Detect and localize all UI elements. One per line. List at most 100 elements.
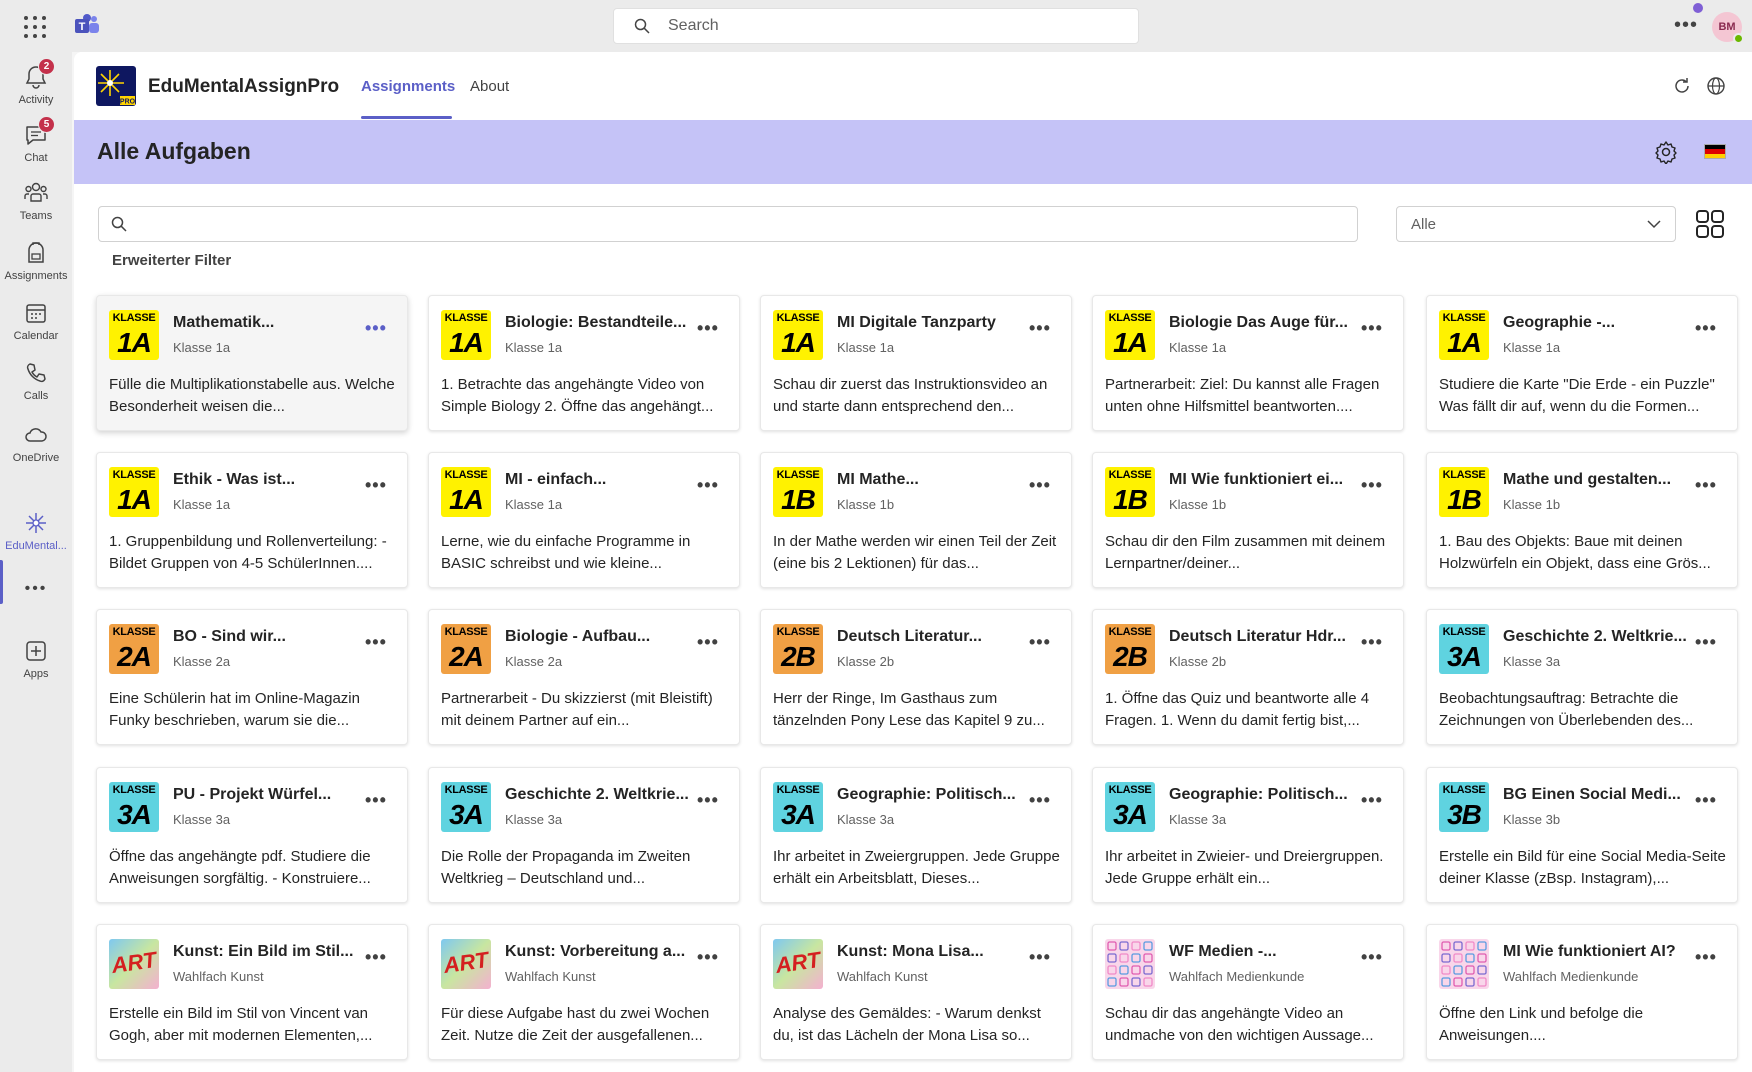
assignment-card[interactable]: KLASSE 1A MI - einfach... Klasse 1a ••• Lerne… bbox=[428, 452, 740, 588]
assignment-card[interactable]: KLASSE 2A Biologie - Aufbau... Klasse 2a •••… bbox=[428, 609, 740, 745]
more-options-icon[interactable]: ••• bbox=[1695, 475, 1717, 496]
assignment-card[interactable]: KLASSE 3A Geographie: Politisch... Klasse 3… bbox=[1092, 767, 1404, 903]
assignment-description: Fülle die Multiplikationstabelle aus. We… bbox=[109, 376, 395, 415]
more-options-icon[interactable]: ••• bbox=[697, 947, 719, 968]
assignment-card[interactable]: KLASSE 1B MI Wie funktioniert ei... Klasse … bbox=[1092, 452, 1404, 588]
teams-logo-icon: T bbox=[75, 14, 99, 33]
rail-item-activity[interactable]: 2 Activity bbox=[0, 58, 72, 106]
more-options-icon[interactable]: ••• bbox=[365, 632, 387, 653]
more-options-icon[interactable]: ••• bbox=[1361, 475, 1383, 496]
more-options-icon[interactable]: ••• bbox=[697, 790, 719, 811]
more-options-icon[interactable]: ••• bbox=[1361, 790, 1383, 811]
rail-item-calls[interactable]: Calls bbox=[0, 360, 72, 402]
assignment-card[interactable]: KLASSE 1A Ethik - Was ist... Klasse 1a ••• 1.… bbox=[96, 452, 408, 588]
more-options-icon[interactable]: ••• bbox=[1029, 632, 1051, 653]
more-options-icon[interactable]: ••• bbox=[365, 318, 387, 339]
avatar[interactable]: BM bbox=[1712, 12, 1744, 44]
more-options-icon[interactable]: ••• bbox=[1361, 947, 1383, 968]
class-badge-icon: KLASSE 3A bbox=[441, 782, 491, 832]
more-options-icon[interactable]: ••• bbox=[365, 475, 387, 496]
global-search-input[interactable] bbox=[668, 17, 1088, 35]
assignment-card[interactable]: KLASSE 3A PU - Projekt Würfel... Klasse 3a •… bbox=[96, 767, 408, 903]
more-options-icon[interactable]: ••• bbox=[1695, 790, 1717, 811]
assignment-card[interactable]: KLASSE 2B Deutsch Literatur Hdr... Klasse 2… bbox=[1092, 609, 1404, 745]
assignment-title: Biologie: Bestandteile... bbox=[505, 314, 687, 331]
assignment-class: Klasse 3a bbox=[173, 812, 231, 827]
app-launcher-icon[interactable] bbox=[24, 16, 46, 38]
assignment-card[interactable]: KLASSE 1A Biologie Das Auge für... Klasse 1… bbox=[1092, 295, 1404, 431]
more-options-icon[interactable]: ••• bbox=[697, 475, 719, 496]
more-options-icon[interactable]: ••• bbox=[365, 947, 387, 968]
more-options-icon[interactable]: ••• bbox=[1695, 947, 1717, 968]
advanced-filter-link[interactable]: Erweiterter Filter bbox=[112, 252, 231, 269]
class-badge-label: KLASSE bbox=[112, 626, 156, 638]
more-options-icon[interactable]: ••• bbox=[1029, 947, 1051, 968]
more-options-icon[interactable]: ••• bbox=[1695, 318, 1717, 339]
class-badge-code: 1A bbox=[781, 327, 816, 358]
more-options-icon[interactable]: ••• bbox=[1695, 632, 1717, 653]
assignment-title: Kunst: Mona Lisa... bbox=[837, 943, 984, 960]
assignment-card[interactable]: KLASSE 1A Mathematik... Klasse 1a ••• Fülle d… bbox=[96, 295, 408, 431]
assignment-description: Öffne das angehängte pdf. Studiere die A… bbox=[109, 848, 371, 887]
assignment-card[interactable]: KLASSE 1A Biologie: Bestandteile... Klasse … bbox=[428, 295, 740, 431]
assignment-card[interactable]: WF Medien -... Wahlfach Medienkunde ••• Sch… bbox=[1092, 924, 1404, 1060]
assignment-card[interactable]: ART Kunst: Ein Bild im Stil... Wahlfach Ku… bbox=[96, 924, 408, 1060]
assignment-card[interactable]: KLASSE 3A Geographie: Politisch... Klasse 3… bbox=[760, 767, 1072, 903]
globe-icon[interactable] bbox=[1706, 76, 1726, 96]
assignment-card[interactable]: MI Wie funktioniert AI? Wahlfach Medienku… bbox=[1426, 924, 1738, 1060]
more-options-icon[interactable]: ••• bbox=[1361, 632, 1383, 653]
assignment-description: Die Rolle der Propaganda im Zweiten Welt… bbox=[441, 848, 691, 887]
more-options-icon[interactable]: ••• bbox=[1361, 318, 1383, 339]
more-options-icon[interactable]: ••• bbox=[697, 318, 719, 339]
assignment-card[interactable]: KLASSE 1A Geographie -... Klasse 1a ••• Studi… bbox=[1426, 295, 1738, 431]
rail-item-onedrive[interactable]: OneDrive bbox=[0, 422, 72, 464]
assignment-description: Schau dir das angehängte Video an undmac… bbox=[1105, 1005, 1374, 1044]
more-options-icon[interactable]: ••• bbox=[697, 632, 719, 653]
more-options-icon[interactable]: ••• bbox=[365, 790, 387, 811]
refresh-icon[interactable] bbox=[1672, 76, 1692, 96]
settings-gear-icon[interactable] bbox=[1654, 140, 1678, 164]
rail-item-assignments[interactable]: Assignments bbox=[0, 240, 72, 282]
assignment-class: Wahlfach Medienkunde bbox=[1169, 969, 1305, 984]
class-badge-label: KLASSE bbox=[776, 312, 820, 324]
rail-item-edumental[interactable]: EduMental... bbox=[0, 510, 72, 552]
assignment-card[interactable]: KLASSE 3A Geschichte 2. Weltkrie... Klasse … bbox=[1426, 609, 1738, 745]
assignment-description: Analyse des Gemäldes: - Warum denkst du,… bbox=[773, 1005, 1041, 1044]
rail-item-chat[interactable]: 5 Chat bbox=[0, 116, 72, 164]
grid-view-icon[interactable] bbox=[1694, 208, 1726, 240]
assignment-card[interactable]: KLASSE 3A Geschichte 2. Weltkrie... Klasse … bbox=[428, 767, 740, 903]
search-icon bbox=[111, 216, 127, 232]
tab-about[interactable]: About bbox=[470, 78, 509, 95]
class-filter-select[interactable]: Alle bbox=[1396, 206, 1676, 242]
more-options-icon[interactable]: ••• bbox=[1029, 475, 1051, 496]
assignment-card[interactable]: KLASSE 2B Deutsch Literatur... Klasse 2b •••… bbox=[760, 609, 1072, 745]
rail-item-calendar[interactable]: Calendar bbox=[0, 300, 72, 342]
assignment-class: Wahlfach Kunst bbox=[173, 969, 264, 984]
more-options-icon[interactable]: ••• bbox=[1029, 790, 1051, 811]
assignment-card[interactable]: KLASSE 1B MI Mathe... Klasse 1b ••• In der Ma… bbox=[760, 452, 1072, 588]
assignment-card[interactable]: KLASSE 1A MI Digitale Tanzparty Klasse 1a ••… bbox=[760, 295, 1072, 431]
assignment-card[interactable]: ART Kunst: Vorbereitung a... Wahlfach Kuns… bbox=[428, 924, 740, 1060]
more-options-icon[interactable]: ••• bbox=[1029, 318, 1051, 339]
class-badge-label: KLASSE bbox=[1108, 626, 1152, 638]
tab-assignments[interactable]: Assignments bbox=[361, 78, 455, 95]
assignment-card[interactable]: ART Kunst: Mona Lisa... Wahlfach Kunst ••• A… bbox=[760, 924, 1072, 1060]
assignment-card[interactable]: KLASSE 3B BG Einen Social Medi... Klasse 3b… bbox=[1426, 767, 1738, 903]
more-options-icon[interactable]: ••• bbox=[1674, 14, 1698, 37]
assignment-title: MI Digitale Tanzparty bbox=[837, 314, 996, 331]
rail-item-label: Apps bbox=[23, 668, 49, 680]
assignment-search-input[interactable] bbox=[139, 216, 1339, 232]
assignment-card[interactable]: KLASSE 2A BO - Sind wir... Klasse 2a ••• Eine… bbox=[96, 609, 408, 745]
rail-item-teams[interactable]: Teams bbox=[0, 180, 72, 222]
global-search[interactable] bbox=[613, 8, 1139, 44]
class-badge-label: KLASSE bbox=[1442, 784, 1486, 796]
rail-item-apps[interactable]: Apps bbox=[0, 638, 72, 680]
assignment-card[interactable]: KLASSE 1B Mathe und gestalten... Klasse 1b •… bbox=[1426, 452, 1738, 588]
phone-icon bbox=[26, 363, 46, 383]
rail-more-button[interactable]: ••• bbox=[0, 580, 72, 598]
german-flag-icon[interactable] bbox=[1704, 144, 1726, 159]
assignment-search-field[interactable] bbox=[98, 206, 1358, 242]
class-badge-icon: KLASSE 1A bbox=[441, 467, 491, 517]
assignment-description: Lerne, wie du einfache Programme in BASI… bbox=[441, 533, 691, 572]
assignment-title: Geographie: Politisch... bbox=[837, 786, 1016, 803]
